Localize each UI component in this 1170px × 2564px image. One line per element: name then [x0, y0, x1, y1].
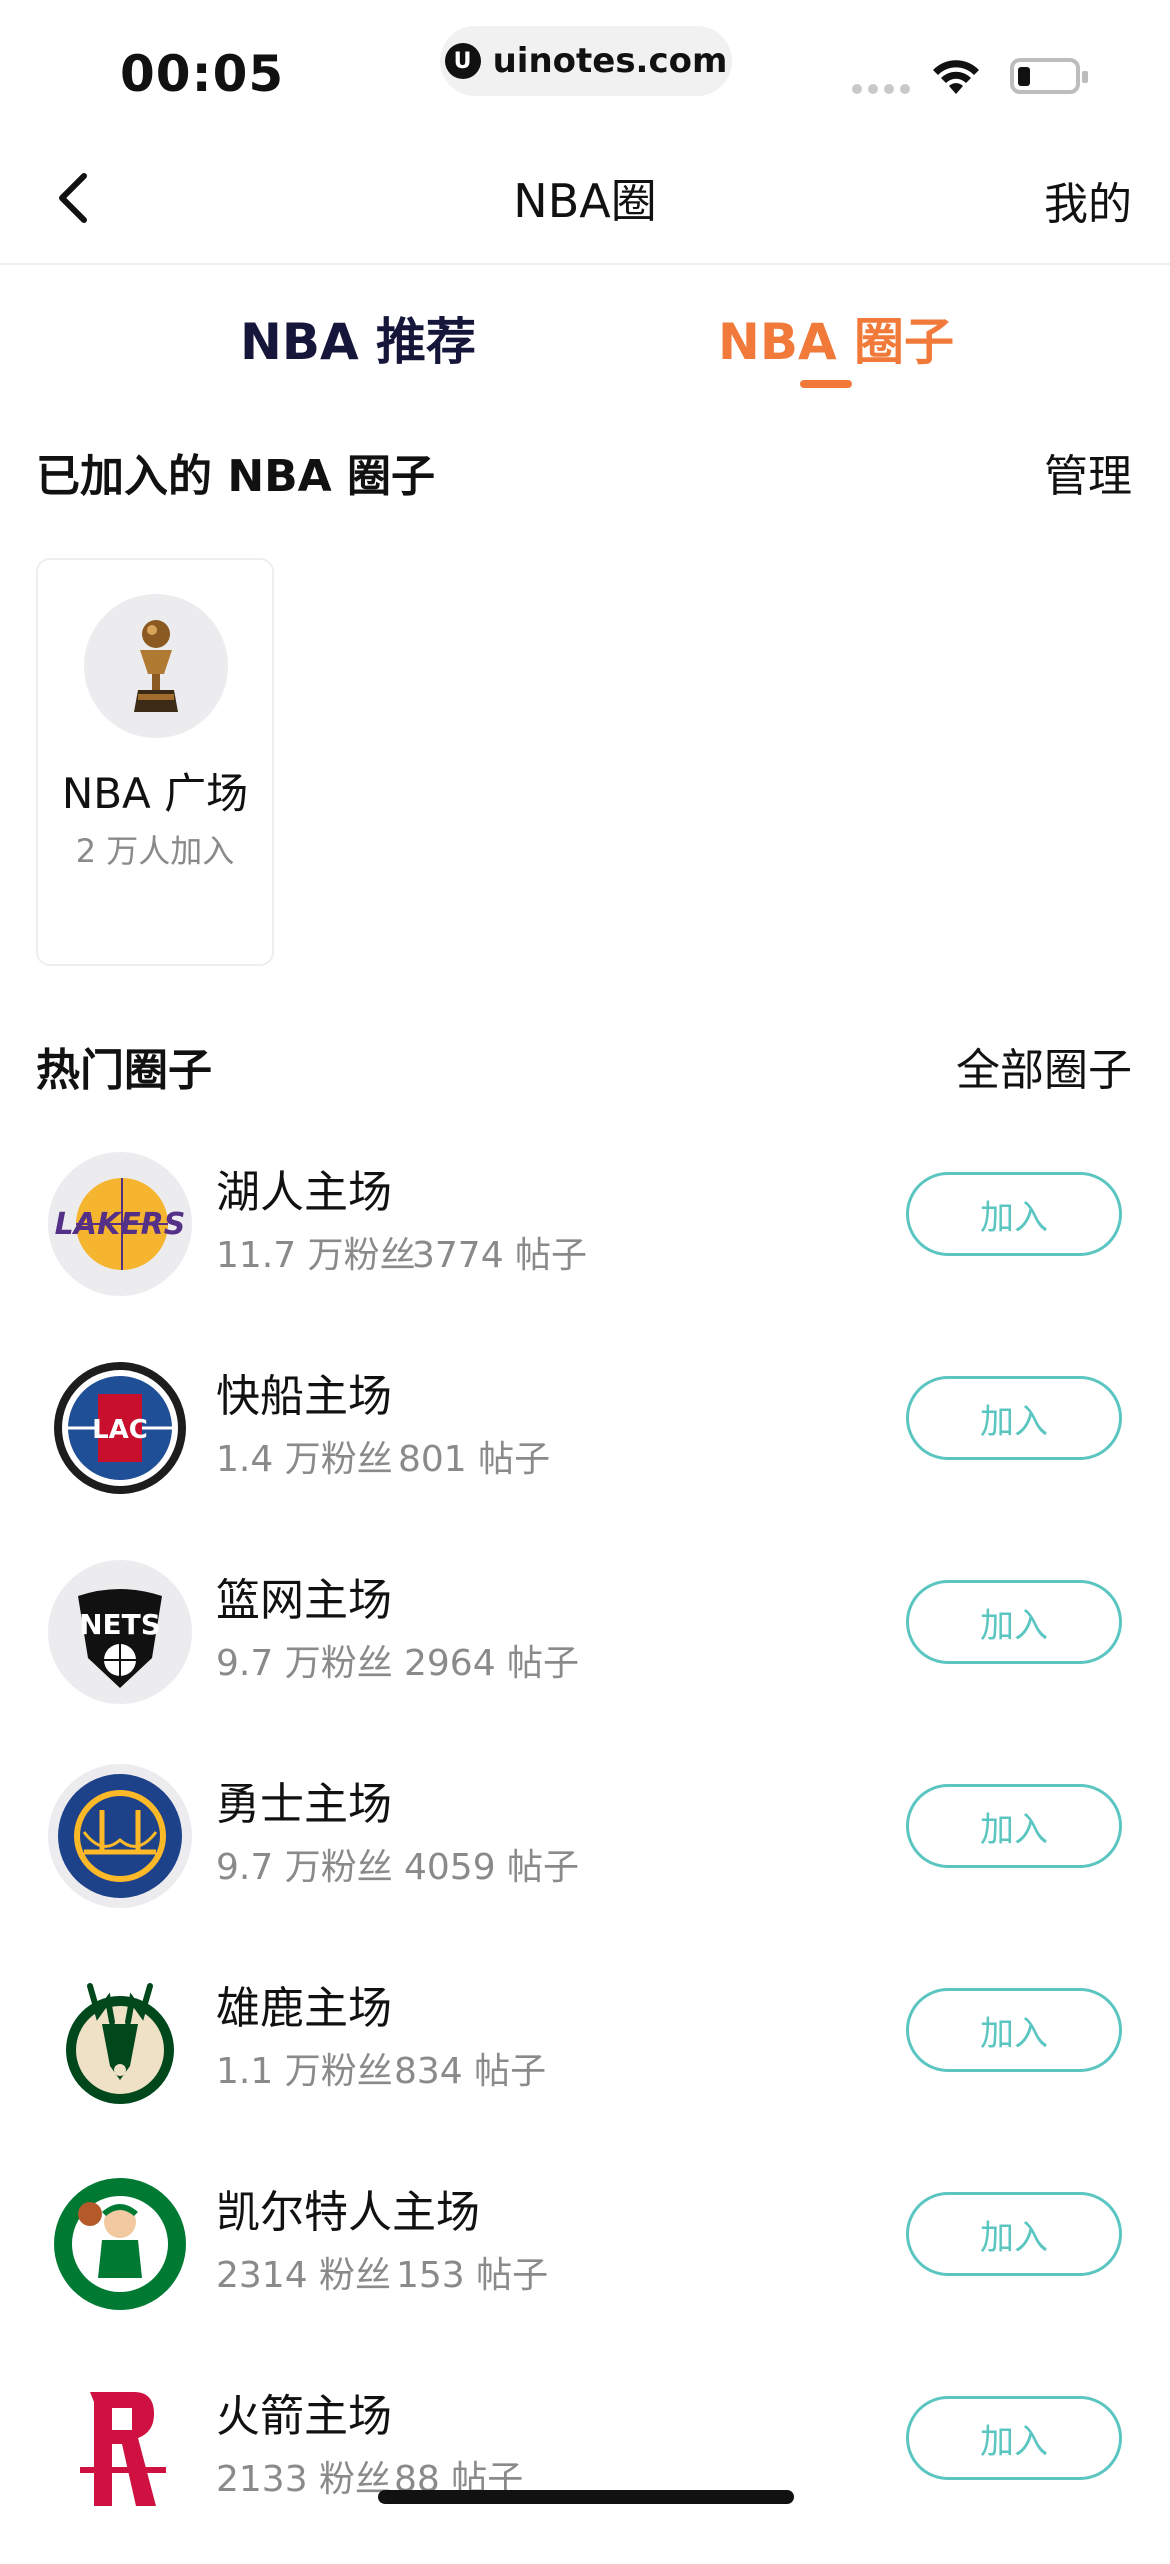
circle-name: 快船主场 [216, 1371, 392, 1422]
circle-name: 湖人主场 [216, 1167, 392, 1218]
tab-nba-circles[interactable]: NBA 圈子 [718, 302, 954, 374]
circle-name: 火箭主场 [216, 2391, 392, 2442]
circle-name: 勇士主场 [216, 1779, 392, 1830]
circle-posts: 3774 帖子 [412, 1235, 588, 1276]
warriors-logo [48, 1764, 192, 1908]
list-item[interactable]: LAKERS 湖人主场 11.7 万粉丝 3774 帖子 加入 [0, 1136, 1170, 1340]
active-tab-indicator [800, 380, 852, 388]
trophy-icon [84, 594, 228, 738]
nav-divider [0, 263, 1170, 265]
circle-fans: 11.7 万粉丝 [216, 1235, 416, 1276]
nets-logo: NETS [48, 1560, 192, 1704]
clippers-logo-text: LAC [92, 1415, 148, 1445]
join-button[interactable]: 加入 [906, 1172, 1122, 1256]
joined-circle-members: 2 万人加入 [75, 832, 235, 870]
circle-fans: 2314 粉丝 [216, 2255, 392, 2296]
lakers-logo-text: LAKERS [55, 1207, 186, 1242]
url-pill[interactable]: U uinotes.com [440, 26, 732, 96]
circle-name: 雄鹿主场 [216, 1983, 392, 2034]
circle-fans: 2133 粉丝 [216, 2459, 392, 2500]
circle-posts: 2964 帖子 [404, 1643, 580, 1684]
joined-section-title: 已加入的 NBA 圈子 [36, 451, 436, 502]
circle-posts: 153 帖子 [396, 2255, 549, 2296]
join-button[interactable]: 加入 [906, 2396, 1122, 2480]
circle-fans: 9.7 万粉丝 [216, 1847, 393, 1888]
bucks-logo [48, 1968, 192, 2112]
list-item[interactable]: 勇士主场 9.7 万粉丝 4059 帖子 加入 [0, 1748, 1170, 1952]
tab-nba-recommend[interactable]: NBA 推荐 [240, 302, 476, 374]
circle-fans: 1.1 万粉丝 [216, 2051, 393, 2092]
circle-posts: 834 帖子 [394, 2051, 547, 2092]
circle-fans: 1.4 万粉丝 [216, 1439, 393, 1480]
join-button[interactable]: 加入 [906, 1988, 1122, 2072]
join-button[interactable]: 加入 [906, 2192, 1122, 2276]
list-item[interactable]: 凯尔特人主场 2314 粉丝 153 帖子 加入 [0, 2156, 1170, 2360]
circle-name: 篮网主场 [216, 1575, 392, 1626]
circle-name: 凯尔特人主场 [216, 2187, 480, 2238]
list-item[interactable]: NETS 篮网主场 9.7 万粉丝 2964 帖子 加入 [0, 1544, 1170, 1748]
clippers-logo: LAC [48, 1356, 192, 1500]
nets-logo-text: NETS [79, 1608, 161, 1641]
join-button[interactable]: 加入 [906, 1580, 1122, 1664]
site-logo-icon: U [444, 43, 481, 79]
celtics-logo [48, 2172, 192, 2316]
cellular-signal-icon [852, 84, 910, 94]
wifi-icon [933, 60, 979, 94]
manage-link[interactable]: 管理 [1044, 440, 1132, 504]
circle-fans: 9.7 万粉丝 [216, 1643, 393, 1684]
home-indicator[interactable] [378, 2490, 794, 2504]
list-item[interactable]: 雄鹿主场 1.1 万粉丝 834 帖子 加入 [0, 1952, 1170, 2156]
joined-circle-name: NBA 广场 [61, 769, 249, 818]
join-button[interactable]: 加入 [906, 1376, 1122, 1460]
circle-posts: 801 帖子 [398, 1439, 551, 1480]
lakers-logo: LAKERS [48, 1152, 192, 1296]
circle-posts: 4059 帖子 [404, 1847, 580, 1888]
rockets-logo [48, 2376, 192, 2520]
my-link[interactable]: 我的 [1044, 168, 1132, 232]
list-item[interactable]: 火箭主场 2133 粉丝 88 帖子 加入 [0, 2360, 1170, 2564]
page-title: NBA圈 [513, 174, 657, 228]
status-time: 00:05 [120, 45, 285, 103]
list-item[interactable]: LAC 快船主场 1.4 万粉丝 801 帖子 加入 [0, 1340, 1170, 1544]
hot-section-title: 热门圈子 [36, 1045, 212, 1096]
joined-circle-card[interactable]: NBA 广场 2 万人加入 [36, 558, 274, 966]
url-text: uinotes.com [492, 41, 728, 81]
all-circles-link[interactable]: 全部圈子 [956, 1034, 1132, 1098]
battery-icon [1010, 58, 1088, 94]
join-button[interactable]: 加入 [906, 1784, 1122, 1868]
